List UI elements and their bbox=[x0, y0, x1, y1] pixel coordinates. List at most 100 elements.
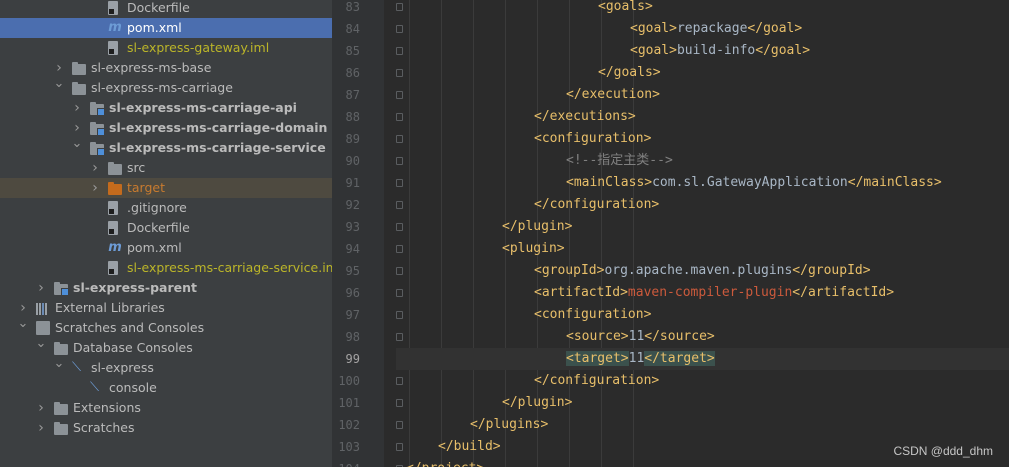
file-icon bbox=[108, 1, 118, 15]
tree-item[interactable]: sl-express-ms-carriage-service.iml bbox=[0, 258, 332, 278]
code-tag: </configuration> bbox=[534, 373, 660, 388]
chevron-down-icon[interactable]: ⌄ bbox=[35, 334, 47, 354]
tree-item[interactable]: ⌄ sl-express-ms-carriage bbox=[0, 76, 332, 98]
line-number: 84 bbox=[345, 22, 360, 36]
chevron-right-icon[interactable]: › bbox=[89, 158, 101, 178]
module-folder-icon bbox=[90, 142, 105, 156]
code-line[interactable]: </plugin> bbox=[396, 216, 1009, 238]
chevron-down-icon[interactable]: ⌄ bbox=[17, 314, 29, 334]
code-tag: <plugin> bbox=[502, 241, 565, 256]
code-tag: </mainClass> bbox=[847, 175, 942, 190]
tree-item-label: pom.xml bbox=[127, 20, 182, 35]
tree-item[interactable]: sl-express-gateway.iml bbox=[0, 38, 332, 58]
file-icon bbox=[108, 261, 118, 275]
library-icon bbox=[36, 301, 50, 315]
tree-item-label: sl-express-ms-carriage-service.iml bbox=[127, 260, 332, 275]
chevron-right-icon[interactable]: › bbox=[35, 398, 47, 418]
line-number: 98 bbox=[345, 330, 360, 344]
code-line[interactable]: <configuration> bbox=[396, 304, 1009, 326]
code-line[interactable]: </execution> bbox=[396, 84, 1009, 106]
code-tag: <artifactId> bbox=[534, 285, 628, 300]
tree-item[interactable]: ⌄ Database Consoles bbox=[0, 336, 332, 358]
code-line[interactable]: <groupId>org.apache.maven.plugins</group… bbox=[396, 260, 1009, 282]
tree-item[interactable]: m pom.xml bbox=[0, 238, 332, 258]
line-number: 90 bbox=[345, 154, 360, 168]
tree-item[interactable]: ⟍ console bbox=[0, 378, 332, 398]
tree-item-label: target bbox=[127, 180, 166, 195]
tree-item[interactable]: › sl-express-ms-carriage-api bbox=[0, 98, 332, 118]
chevron-down-icon[interactable]: ⌄ bbox=[53, 354, 65, 374]
tree-item[interactable]: › Extensions bbox=[0, 398, 332, 418]
database-console-icon: ⟍ bbox=[90, 380, 100, 395]
code-tag: <configuration> bbox=[534, 307, 652, 322]
tree-item[interactable]: ⌄ sl-express-ms-carriage-service bbox=[0, 136, 332, 158]
tree-item[interactable]: Dockerfile bbox=[0, 218, 332, 238]
tree-item[interactable]: › Scratches bbox=[0, 418, 332, 438]
code-line[interactable]: </project> bbox=[396, 458, 1009, 467]
code-line[interactable]: <configuration> bbox=[396, 128, 1009, 150]
code-line[interactable]: <source>11</source> bbox=[396, 326, 1009, 348]
tree-item-label: sl-express bbox=[91, 360, 154, 375]
tree-item[interactable]: › target bbox=[0, 178, 332, 198]
code-comment: <!--指定主类--> bbox=[566, 153, 673, 168]
chevron-right-icon[interactable]: › bbox=[35, 278, 47, 298]
code-line[interactable]: <artifactId>maven-compiler-plugin</artif… bbox=[396, 282, 1009, 304]
tree-item-label: Scratches bbox=[73, 420, 135, 435]
maven-icon: m bbox=[108, 20, 122, 35]
tree-item[interactable]: ⌄ Scratches and Consoles bbox=[0, 316, 332, 338]
code-line[interactable]: </plugin> bbox=[396, 392, 1009, 414]
tree-item[interactable]: › sl-express-parent bbox=[0, 278, 332, 298]
tree-item-label: External Libraries bbox=[55, 300, 165, 315]
tree-item[interactable]: .gitignore bbox=[0, 198, 332, 218]
code-line[interactable]: </configuration> bbox=[396, 194, 1009, 216]
code-line[interactable]: <goals> bbox=[396, 0, 1009, 18]
chevron-down-icon[interactable]: ⌄ bbox=[53, 74, 65, 94]
tree-item-label: sl-express-ms-carriage bbox=[91, 80, 233, 95]
line-number: 89 bbox=[345, 132, 360, 146]
module-folder-icon bbox=[90, 122, 105, 136]
tree-item-label: console bbox=[109, 380, 157, 395]
code-tag: </plugins> bbox=[470, 417, 549, 432]
code-tag: </plugin> bbox=[502, 395, 573, 410]
tree-item[interactable]: › sl-express-ms-base bbox=[0, 58, 332, 78]
file-icon bbox=[108, 221, 118, 235]
code-line[interactable]: <target>11</target> bbox=[396, 348, 1009, 370]
tree-item[interactable]: › External Libraries bbox=[0, 298, 332, 318]
code-tag: </artifactId> bbox=[792, 285, 895, 300]
code-value: 11 bbox=[628, 329, 645, 344]
database-console-icon: ⟍ bbox=[72, 360, 82, 375]
code-tag: </goals> bbox=[598, 65, 661, 80]
code-line[interactable]: <plugin> bbox=[396, 238, 1009, 260]
code-line[interactable]: </executions> bbox=[396, 106, 1009, 128]
code-tag: <groupId> bbox=[534, 263, 605, 278]
chevron-right-icon[interactable]: › bbox=[71, 98, 83, 118]
module-folder-icon bbox=[54, 282, 69, 296]
code-value: com.sl.GatewayApplication bbox=[652, 175, 848, 190]
code-line[interactable]: <!--指定主类--> bbox=[396, 150, 1009, 172]
code-line[interactable]: </configuration> bbox=[396, 370, 1009, 392]
maven-icon: m bbox=[108, 240, 122, 255]
tree-item[interactable]: › src bbox=[0, 158, 332, 178]
code-tag: <source> bbox=[566, 329, 629, 344]
tree-item-label: sl-express-ms-carriage-service bbox=[109, 140, 326, 155]
tree-item-label: pom.xml bbox=[127, 240, 182, 255]
code-line[interactable]: <goal>repackage</goal> bbox=[396, 18, 1009, 40]
code-line[interactable]: </plugins> bbox=[396, 414, 1009, 436]
code-line[interactable]: <goal>build-info</goal> bbox=[396, 40, 1009, 62]
tree-item[interactable]: ⌄ ⟍ sl-express bbox=[0, 356, 332, 378]
tree-item[interactable]: Dockerfile bbox=[0, 0, 332, 18]
tree-item[interactable]: m pom.xml bbox=[0, 18, 332, 38]
code-editor[interactable]: 83 84 85 86 87 88 89 90 91 92 93 94 95 96 97 98 99 100 101… bbox=[332, 0, 1009, 467]
code-line[interactable]: <mainClass>com.sl.GatewayApplication</ma… bbox=[396, 172, 1009, 194]
folder-icon bbox=[72, 82, 86, 95]
tree-item[interactable]: › sl-express-ms-carriage-domain bbox=[0, 118, 332, 138]
chevron-down-icon[interactable]: ⌄ bbox=[71, 134, 83, 154]
code-line[interactable]: </goals> bbox=[396, 62, 1009, 84]
line-number: 103 bbox=[338, 440, 360, 454]
code-tag: <goal> bbox=[630, 21, 677, 36]
scratches-icon bbox=[36, 321, 50, 335]
line-number: 91 bbox=[345, 176, 360, 190]
chevron-right-icon[interactable]: › bbox=[35, 418, 47, 438]
chevron-right-icon[interactable]: › bbox=[89, 178, 101, 198]
tree-item-label: .gitignore bbox=[127, 200, 187, 215]
